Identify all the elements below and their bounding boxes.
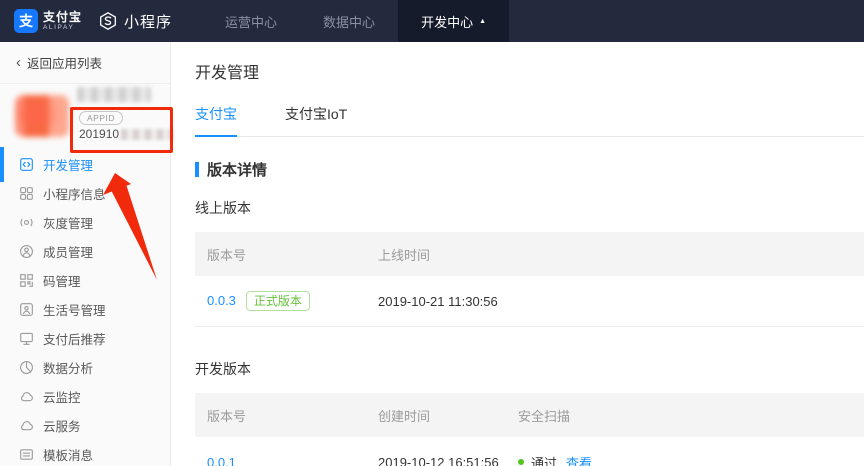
nav-item-dev-center[interactable]: 开发中心 ▲ <box>398 0 510 42</box>
dev-version-table: 版本号 创建时间 安全扫描 0.0.1 2019-10-12 16:51:56 … <box>195 393 864 466</box>
sidebar-item-data-analysis[interactable]: 数据分析 <box>0 353 170 382</box>
qr-code-icon <box>19 273 34 288</box>
monitor-icon <box>19 331 34 346</box>
app-avatar-redacted <box>15 95 69 137</box>
version-link[interactable]: 0.0.1 <box>207 455 236 466</box>
tab-bar: 支付宝 支付宝IoT <box>195 104 864 137</box>
app-name-redacted <box>77 87 151 102</box>
message-icon <box>19 447 34 462</box>
nav-menu: 运营中心 数据中心 开发中心 ▲ <box>202 0 510 42</box>
sidebar-item-label: 灰度管理 <box>43 217 94 231</box>
nav-item-operations-center[interactable]: 运营中心 <box>202 0 300 42</box>
scan-view-link[interactable]: 查看 <box>566 453 592 466</box>
sidebar-item-label: 支付后推荐 <box>43 333 106 347</box>
dev-version-subtitle: 开发版本 <box>195 361 251 377</box>
column-version: 版本号 <box>207 408 247 424</box>
nav-item-label: 开发中心 <box>421 14 474 30</box>
version-link[interactable]: 0.0.3 <box>207 293 236 308</box>
back-label: 返回应用列表 <box>27 57 103 71</box>
sidebar-item-miniapp-info[interactable]: 小程序信息 <box>0 179 170 208</box>
sidebar-item-label: 模板消息 <box>43 449 94 463</box>
annotation-highlight-box <box>70 107 173 153</box>
brand[interactable]: 支 支付宝 ALIPAY 小程序 <box>0 0 172 42</box>
product-name-label: 小程序 <box>124 13 173 31</box>
sidebar-item-label: 小程序信息 <box>43 188 106 202</box>
sidebar-item-label: 生活号管理 <box>43 304 106 318</box>
sidebar-item-label: 成员管理 <box>43 246 94 260</box>
sidebar-item-life-account[interactable]: 生活号管理 <box>0 295 170 324</box>
grid-icon <box>19 186 34 201</box>
code-icon <box>19 157 34 172</box>
back-to-app-list-link[interactable]: ‹ 返回应用列表 <box>0 42 170 84</box>
top-nav: 支 支付宝 ALIPAY 小程序 运营中心 数据中心 开发中心 ▲ <box>0 0 864 42</box>
section-version-details: 版本详情 <box>195 159 864 180</box>
sidebar-item-pay-recommend[interactable]: 支付后推荐 <box>0 324 170 353</box>
column-online-time: 上线时间 <box>378 247 431 263</box>
sidebar-item-label: 云服务 <box>43 420 81 434</box>
alipay-wordmark: 支付宝 ALIPAY <box>43 11 82 32</box>
table-row: 0.0.3 正式版本 2019-10-21 11:30:56 <box>195 276 864 327</box>
alipay-cn-label: 支付宝 <box>43 9 83 24</box>
alipay-en-label: ALIPAY <box>43 23 75 31</box>
sidebar-item-gray-release[interactable]: 灰度管理 <box>0 208 170 237</box>
status-dot-icon <box>518 459 524 465</box>
sidebar-item-label: 开发管理 <box>43 159 94 173</box>
online-time-value: 2019-10-21 11:30:56 <box>378 293 498 309</box>
section-title: 版本详情 <box>207 162 268 179</box>
nav-item-label: 运营中心 <box>225 14 278 30</box>
sidebar-item-cloud-service[interactable]: 云服务 <box>0 411 170 440</box>
column-version: 版本号 <box>207 247 247 263</box>
table-header: 版本号 上线时间 <box>195 232 864 276</box>
alipay-logo-icon: 支 <box>14 9 38 33</box>
sidebar-menu: 开发管理 小程序信息 灰度管理 成员管理 码管理 生活号管理 支付后推荐 数据分… <box>0 147 170 466</box>
nav-item-data-center[interactable]: 数据中心 <box>300 0 398 42</box>
column-security-scan: 安全扫描 <box>518 408 571 424</box>
table-header: 版本号 创建时间 安全扫描 <box>195 393 864 437</box>
hexagon-icon <box>98 11 118 31</box>
tab-alipay-iot[interactable]: 支付宝IoT <box>285 104 347 136</box>
scan-status: 通过 <box>531 455 558 466</box>
main-content: 开发管理 支付宝 支付宝IoT 版本详情 线上版本 版本号 上线时间 0.0.3… <box>171 42 864 466</box>
life-account-icon <box>19 302 34 317</box>
alipay-miniprogram-console: 支 支付宝 ALIPAY 小程序 运营中心 数据中心 开发中心 ▲ ‹ 返回应用… <box>0 0 864 466</box>
caret-up-icon: ▲ <box>479 17 487 25</box>
page-title: 开发管理 <box>195 65 260 82</box>
create-time-value: 2019-10-12 16:51:56 <box>378 454 499 466</box>
sidebar: ‹ 返回应用列表 APPID 201910 开发管理 小程序信息 灰度管理 成员… <box>0 42 174 466</box>
user-icon <box>19 244 34 259</box>
cloud-icon <box>19 389 34 404</box>
sidebar-item-label: 码管理 <box>43 275 81 289</box>
sidebar-item-members[interactable]: 成员管理 <box>0 237 170 266</box>
cloud-icon <box>19 418 34 433</box>
app-info-block: APPID 201910 <box>0 84 174 153</box>
security-scan-cell: 通过 查看 <box>518 453 864 466</box>
chevron-left-icon: ‹ <box>16 54 21 71</box>
sidebar-item-label: 数据分析 <box>43 362 94 376</box>
sidebar-item-label: 云监控 <box>43 391 81 405</box>
sidebar-item-dev-manage[interactable]: 开发管理 <box>0 147 170 182</box>
sidebar-item-template-message[interactable]: 模板消息 <box>0 440 170 466</box>
column-create-time: 创建时间 <box>378 408 431 424</box>
online-version-subtitle: 线上版本 <box>195 200 251 216</box>
pie-chart-icon <box>19 360 34 375</box>
gray-release-icon <box>19 215 34 230</box>
release-status-badge: 正式版本 <box>245 290 310 312</box>
sidebar-item-cloud-monitor[interactable]: 云监控 <box>0 382 170 411</box>
nav-item-label: 数据中心 <box>323 14 376 30</box>
online-version-table: 版本号 上线时间 0.0.3 正式版本 2019-10-21 11:30:56 <box>195 232 864 327</box>
section-accent-bar <box>195 162 199 177</box>
sidebar-item-code-manage[interactable]: 码管理 <box>0 266 170 295</box>
miniprogram-logo: 小程序 <box>98 11 172 32</box>
table-row: 0.0.1 2019-10-12 16:51:56 通过 查看 <box>195 437 864 466</box>
tab-alipay[interactable]: 支付宝 <box>195 104 237 137</box>
